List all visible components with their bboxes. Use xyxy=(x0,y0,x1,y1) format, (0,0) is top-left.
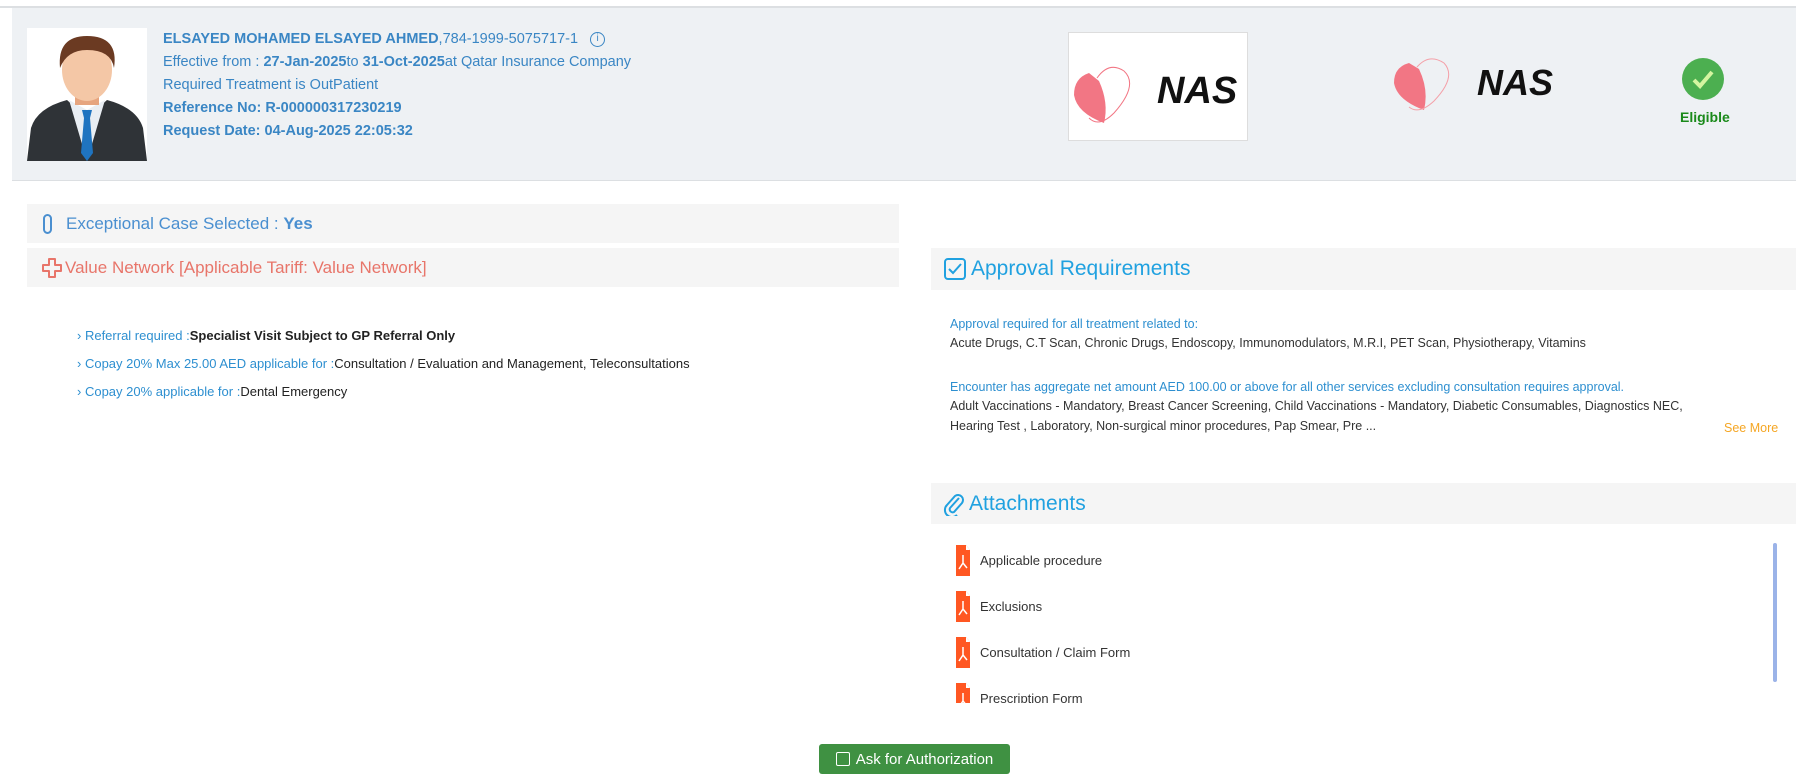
attachment-item[interactable]: Exclusions xyxy=(956,591,1042,622)
attachments-scrollbar[interactable] xyxy=(1773,543,1777,682)
tpa-logo-text: NAS xyxy=(1477,62,1553,103)
attachments-header: Attachments xyxy=(931,483,1796,524)
exceptional-case-bar: Exceptional Case Selected : Yes xyxy=(27,204,899,243)
effective-label: Effective from : xyxy=(163,54,264,70)
attachment-name: Exclusions xyxy=(980,599,1043,614)
attachment-name: Prescription Form xyxy=(980,691,1083,703)
approval-title: Approval Requirements xyxy=(971,257,1191,280)
tpa-logo: NAS xyxy=(1389,55,1569,115)
avatar xyxy=(27,28,147,161)
ask-for-authorization-button[interactable]: Ask for Authorization xyxy=(819,744,1010,774)
approval-list-2b: Hearing Test , Laboratory, Non-surgical … xyxy=(950,419,1377,433)
checkbox-icon xyxy=(835,752,850,766)
approval-list-1: Acute Drugs, C.T Scan, Chronic Drugs, En… xyxy=(950,336,1586,350)
eligible-label: Eligible xyxy=(1680,109,1730,125)
member-id: ,784-1999-5075717-1 xyxy=(438,31,579,47)
see-more-link[interactable]: See More xyxy=(1724,421,1778,435)
attachment-item[interactable]: Applicable procedure xyxy=(956,545,1102,576)
info-icon[interactable]: i xyxy=(590,32,606,47)
attachment-item[interactable]: Prescription Form xyxy=(956,683,1083,703)
treatment-type: Required Treatment is OutPatient xyxy=(163,77,379,93)
insurer: at Qatar Insurance Company xyxy=(444,54,632,70)
pdf-file-icon xyxy=(956,637,970,668)
network-bar: Value Network [Applicable Tariff: Value … xyxy=(27,248,899,287)
network-label: Value Network [Applicable Tariff: Value … xyxy=(65,257,427,277)
thermometer-icon xyxy=(43,213,52,234)
benefit-key: Referral required : xyxy=(84,328,190,343)
approval-heading-1: Approval required for all treatment rela… xyxy=(950,317,1199,331)
attachments-list: Applicable procedure Exclusions Consulta… xyxy=(931,530,1786,703)
exceptional-value: Yes xyxy=(283,213,313,233)
approval-requirements-header: Approval Requirements xyxy=(931,248,1796,290)
benefit-value: Dental Emergency xyxy=(240,384,348,399)
attachment-name: Applicable procedure xyxy=(980,553,1103,568)
benefit-key: Copay 20% applicable for : xyxy=(84,384,241,399)
eligibility-status: Eligible xyxy=(1680,58,1730,125)
member-name: ELSAYED MOHAMED ELSAYED AHMED xyxy=(163,31,439,47)
pdf-file-icon xyxy=(956,545,970,576)
effective-dates: Effective from : 27-Jan-2025to 31-Oct-20… xyxy=(163,54,631,70)
reference-no: Reference No: R-000000317230219 xyxy=(163,100,402,116)
payer-logo: NAS xyxy=(1068,32,1248,141)
approval-heading-2: Encounter has aggregate net amount AED 1… xyxy=(950,380,1625,394)
pdf-file-icon xyxy=(956,683,970,703)
benefit-value: Consultation / Evaluation and Management… xyxy=(334,356,690,371)
effective-to: 31-Oct-2025 xyxy=(362,54,445,70)
attachment-name: Consultation / Claim Form xyxy=(980,645,1131,660)
exceptional-label: Exceptional Case Selected : xyxy=(66,213,279,233)
attachments-title: Attachments xyxy=(969,491,1086,515)
member-name-line: ELSAYED MOHAMED ELSAYED AHMED,784-1999-5… xyxy=(163,31,606,47)
check-circle-icon xyxy=(1682,58,1724,100)
to-label: to xyxy=(346,54,363,70)
attachment-item[interactable]: Consultation / Claim Form xyxy=(956,637,1130,668)
ask-auth-label: Ask for Authorization xyxy=(855,750,994,768)
effective-from: 27-Jan-2025 xyxy=(263,54,347,70)
payer-logo-text: NAS xyxy=(1157,70,1237,112)
benefit-item: › Copay 20% Max 25.00 AED applicable for… xyxy=(77,356,690,371)
benefit-item: › Referral required :Specialist Visit Su… xyxy=(77,328,456,343)
benefit-value: Specialist Visit Subject to GP Referral … xyxy=(189,328,456,343)
approval-list-2a: Adult Vaccinations - Mandatory, Breast C… xyxy=(950,399,1683,413)
benefit-key: Copay 20% Max 25.00 AED applicable for : xyxy=(84,356,335,371)
medical-cross-icon xyxy=(42,257,62,278)
pdf-file-icon xyxy=(956,591,970,622)
request-date: Request Date: 04-Aug-2025 22:05:32 xyxy=(163,123,413,139)
paperclip-icon xyxy=(943,493,964,516)
checkbox-icon xyxy=(944,258,966,280)
benefit-item: › Copay 20% applicable for :Dental Emerg… xyxy=(77,384,348,399)
